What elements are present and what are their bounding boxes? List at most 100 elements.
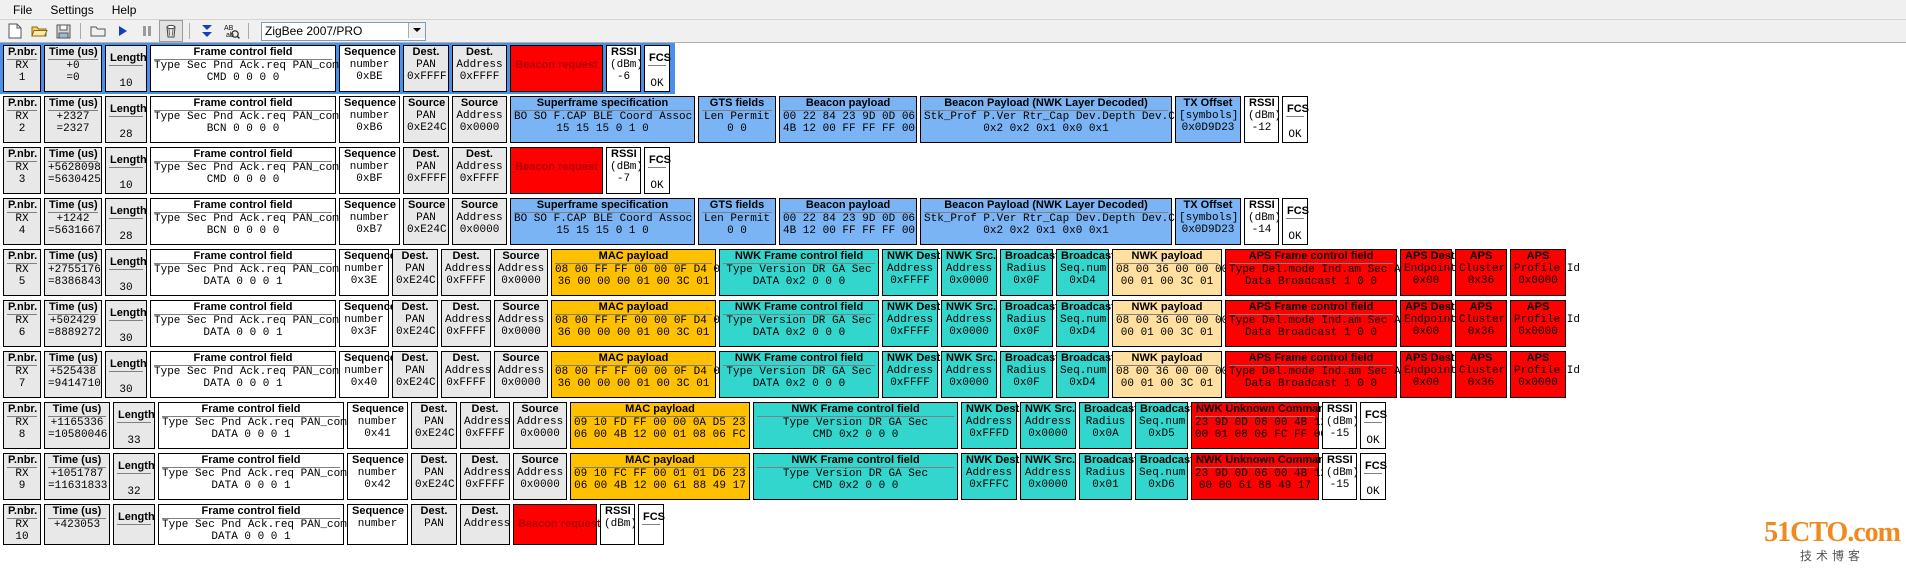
sequence-number-cell: Sequence number 0x3F (339, 300, 396, 347)
dest-address-cell: Dest. Address 0xFFFF (441, 300, 491, 347)
pnbr-cell: P.nbr. RX 10 (3, 504, 41, 545)
save-disk-icon[interactable] (52, 21, 74, 41)
gts-fields-cell: GTS fields Len Permit 0 0 (698, 96, 776, 143)
nwk-payload-cell: NWK payload 08 00 36 00 00 00 00 01 00 3… (1112, 300, 1228, 347)
nwk-dest-address-cell: NWK Dest. Address 0xFFFF (882, 351, 943, 398)
frame-control-field-cell: Frame control field Type Sec Pnd Ack.req… (150, 96, 352, 143)
protocol-select-value: ZigBee 2007/PRO (265, 24, 363, 38)
frame-control-field-cell: Frame control field Type Sec Pnd Ack.req… (158, 504, 360, 545)
rssi-cell: RSSI (dBm) -6 (606, 45, 643, 92)
time-cell: Time (us) +1165336 =10580046 (44, 402, 110, 449)
table-row[interactable]: P.nbr. RX 8 Time (us) +1165336 =10580046… (0, 400, 1391, 451)
open-folder-icon[interactable] (28, 21, 50, 41)
aps-frame-control-field-cell: APS Frame control field Type Del.mode In… (1225, 351, 1414, 398)
time-cell: Time (us) +502429 =8889272 (44, 300, 102, 347)
nwk-unknown-command-cell: NWK Unknown Command 23 9D 0D 06 00 4B 12… (1191, 402, 1332, 449)
length-cell: Length (113, 504, 155, 545)
broadcast-seqnum-cell: Broadcast Seq.num 0xD5 (1135, 402, 1194, 449)
sequence-number-cell: Sequence number 0xB7 (339, 198, 400, 245)
time-cell: Time (us) +423053 (44, 504, 110, 545)
new-file-icon[interactable] (4, 21, 26, 41)
broadcast-radius-cell: Broadcast Radius 0x01 (1079, 453, 1138, 500)
toolbar-separator-1 (80, 23, 81, 39)
length-cell: Length 10 (105, 147, 147, 194)
mac-payload-cell: MAC payload 09 10 FC FF 00 01 01 D6 23 9… (570, 453, 785, 500)
dest-address-cell: Dest. Address 0xFFFF (441, 351, 491, 398)
time-cell: Time (us) +525438 =9414710 (44, 351, 102, 398)
frame-control-field-cell: Frame control field Type Sec Pnd Ack.req… (150, 198, 352, 245)
pause-icon[interactable] (135, 21, 157, 41)
source-pan-cell: Source PAN 0xE24C (403, 96, 449, 143)
menu-item-file[interactable]: File (4, 1, 41, 19)
sequence-number-cell: Sequence number 0xB6 (339, 96, 400, 143)
packet-list[interactable]: P.nbr. RX 1 Time (us) +0 =0 Length 10 Fr… (0, 43, 1906, 568)
nwk-dest-address-cell: NWK Dest. Address 0xFFFF (882, 249, 943, 296)
chevron-down-icon[interactable] (408, 22, 425, 38)
sequence-number-cell: Sequence number 0x41 (347, 402, 408, 449)
table-row[interactable]: P.nbr. RX 5 Time (us) +2755176 =8386843 … (0, 247, 1580, 298)
length-cell: Length 30 (105, 249, 147, 296)
menu-item-help[interactable]: Help (103, 1, 146, 19)
toolbar-separator-3 (248, 23, 249, 39)
aps-cluster-id-cell: APS Cluster Id 0x36 (1455, 300, 1525, 347)
menu-item-settings[interactable]: Settings (41, 1, 102, 19)
frame-control-field-cell: Frame control field Type Sec Pnd Ack.req… (150, 249, 352, 296)
pnbr-cell: P.nbr. RX 1 (3, 45, 41, 92)
nwk-payload-cell: NWK payload 08 00 36 00 00 00 00 01 00 3… (1112, 249, 1228, 296)
source-address-cell: Source Address 0x0000 (513, 402, 567, 449)
dest-pan-cell: Dest. PAN 0xE24C (392, 300, 438, 347)
protocol-select[interactable]: ZigBee 2007/PRO (261, 21, 426, 41)
watermark: 51CTO.com 技术博客 (1764, 517, 1901, 564)
table-row[interactable]: P.nbr. RX 4 Time (us) +1242 =5631667 Len… (0, 196, 1313, 247)
watermark-line1: 51CTO.com (1764, 517, 1901, 548)
aps-dest-endpoint-cell: APS Dest. Endpoint 0x00 (1400, 249, 1458, 296)
rssi-cell: RSSI (dBm) (600, 504, 637, 545)
mac-payload-cell: MAC payload 08 00 FF FF 00 00 0F D4 08 0… (551, 351, 746, 398)
folder-icon[interactable] (87, 21, 109, 41)
source-address-cell: Source Address 0x0000 (494, 351, 548, 398)
nwk-frame-control-field-cell: NWK Frame control field Type Version DR … (753, 402, 958, 449)
source-address-cell: Source Address 0x0000 (452, 198, 507, 245)
trash-icon[interactable] (159, 20, 183, 42)
fcs-cell: FCS OK (1360, 453, 1387, 500)
table-row[interactable]: P.nbr. RX 1 Time (us) +0 =0 Length 10 Fr… (0, 43, 675, 94)
aps-profile-id-cell: APS Profile Id 0x0000 (1510, 249, 1580, 296)
table-row[interactable]: P.nbr. RX 9 Time (us) +1051787 =11631833… (0, 451, 1391, 502)
mac-command-cell: Beacon request (510, 45, 603, 92)
table-row[interactable]: P.nbr. RX 3 Time (us) +5628098 =5630425 … (0, 145, 675, 196)
beacon-payload-nwk-cell: Beacon Payload (NWK Layer Decoded) Stk_P… (920, 96, 1188, 143)
aps-dest-endpoint-cell: APS Dest. Endpoint 0x00 (1400, 351, 1458, 398)
menu-bar: File Settings Help (0, 0, 1906, 20)
source-address-cell: Source Address 0x0000 (513, 453, 567, 500)
dest-address-cell: Dest. Address 0xFFFF (460, 402, 510, 449)
dest-pan-cell: Dest. PAN 0xE24C (392, 249, 438, 296)
nwk-src-address-cell: NWK Src. Address 0x0000 (1020, 453, 1076, 500)
play-icon[interactable] (111, 21, 133, 41)
nwk-src-address-cell: NWK Src. Address 0x0000 (941, 300, 997, 347)
length-cell: Length 32 (113, 453, 155, 500)
table-row[interactable]: P.nbr. RX 2 Time (us) +2327 =2327 Length… (0, 94, 1313, 145)
broadcast-radius-cell: Broadcast Radius 0x0F (1000, 300, 1059, 347)
nwk-src-address-cell: NWK Src. Address 0x0000 (1020, 402, 1076, 449)
tx-offset-cell: TX Offset [symbols] 0x0D9D23 (1175, 198, 1241, 245)
fcs-cell: FCS OK (1360, 402, 1387, 449)
table-row[interactable]: P.nbr. RX 10 Time (us) +423053 Length Fr… (0, 502, 669, 547)
tx-offset-cell: TX Offset [symbols] 0x0D9D23 (1175, 96, 1241, 143)
beacon-payload-cell: Beacon payload 00 22 84 23 9D 0D 06 00 4… (779, 198, 935, 245)
nwk-frame-control-field-cell: NWK Frame control field Type Version DR … (753, 453, 958, 500)
dest-address-cell: Dest. Address 0xFFFF (460, 453, 510, 500)
find-abc-icon[interactable]: AB ab (220, 21, 242, 41)
double-down-arrow-icon[interactable] (196, 21, 218, 41)
mac-command-cell: Beacon request (510, 147, 603, 194)
broadcast-seqnum-cell: Broadcast Seq.num 0xD4 (1056, 351, 1115, 398)
gts-fields-cell: GTS fields Len Permit 0 0 (698, 198, 776, 245)
aps-profile-id-cell: APS Profile Id 0x0000 (1510, 351, 1580, 398)
nwk-payload-cell: NWK payload 08 00 36 00 00 00 00 01 00 3… (1112, 351, 1228, 398)
nwk-dest-address-cell: NWK Dest. Address 0xFFFD (961, 402, 1022, 449)
source-address-cell: Source Address 0x0000 (452, 96, 507, 143)
nwk-frame-control-field-cell: NWK Frame control field Type Version DR … (719, 249, 879, 296)
broadcast-radius-cell: Broadcast Radius 0x0F (1000, 351, 1059, 398)
table-row[interactable]: P.nbr. RX 7 Time (us) +525438 =9414710 L… (0, 349, 1580, 400)
length-cell: Length 30 (105, 300, 147, 347)
table-row[interactable]: P.nbr. RX 6 Time (us) +502429 =8889272 L… (0, 298, 1580, 349)
